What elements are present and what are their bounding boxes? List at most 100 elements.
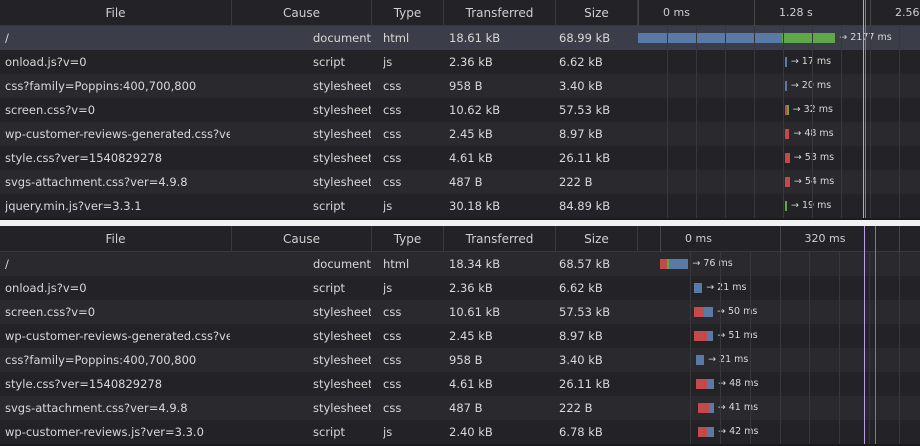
column-header-file[interactable]: File [0, 0, 232, 26]
timing-bar-segment [784, 129, 790, 139]
request-duration-label: → 76 ms [692, 258, 733, 269]
request-size: 8.97 kB [559, 127, 603, 141]
request-type: html [383, 257, 410, 271]
request-cause: script [313, 55, 346, 69]
timing-bar-segment [784, 57, 787, 67]
request-size: 68.99 kB [559, 31, 611, 45]
request-type: js [383, 55, 393, 69]
request-size: 8.97 kB [559, 329, 603, 343]
load-event-marker [864, 0, 866, 218]
request-transferred: 2.40 kB [449, 425, 493, 439]
column-header-cause[interactable]: Cause [232, 226, 372, 252]
request-type: css [383, 79, 402, 93]
timeline-tick-line [754, 0, 755, 26]
dom-content-loaded-marker [863, 226, 865, 444]
table-row[interactable]: style.css?ver=1540829278 stylesheet css 4.6… [0, 372, 920, 396]
request-file: jquery.min.js?ver=3.3.1 [5, 199, 142, 213]
request-cause: document [313, 257, 371, 271]
request-size: 68.57 kB [559, 257, 611, 271]
table-row[interactable]: wp-customer-reviews-generated.css?ve... s… [0, 324, 920, 348]
request-file: onload.js?v=0 [5, 55, 87, 69]
timing-bar-segment [696, 355, 705, 365]
request-transferred: 10.62 kB [449, 103, 501, 117]
load-event-marker [874, 226, 876, 444]
request-file: svgs-attachment.css?ver=4.9.8 [5, 175, 188, 189]
request-transferred: 18.61 kB [449, 31, 501, 45]
request-cause: stylesheet [313, 377, 371, 391]
timeline-grid-line [719, 252, 721, 444]
request-size: 57.53 kB [559, 305, 611, 319]
request-file: wp-customer-reviews-generated.css?ve... [5, 329, 230, 343]
table-row[interactable]: svgs-attachment.css?ver=4.9.8 stylesheet c… [0, 396, 920, 420]
timeline-grid-line [841, 26, 842, 218]
request-duration-label: → 17 ms [790, 56, 832, 67]
request-type: css [383, 305, 402, 319]
table-row[interactable]: svgs-attachment.css?ver=4.9.8 stylesheet c… [0, 170, 920, 194]
request-transferred: 18.34 kB [449, 257, 501, 271]
timeline-tick-label: 2.56 s [895, 6, 920, 19]
timeline-tick-line [638, 0, 639, 26]
request-cause: script [313, 425, 346, 439]
column-header-file[interactable]: File [0, 226, 232, 252]
timeline-grid-line [667, 26, 668, 218]
waterfall-cell: → 19 ms [638, 194, 920, 218]
table-row[interactable]: css?family=Poppins:400,700,800 stylesheet… [0, 348, 920, 372]
waterfall-cell: → 54 ms [638, 170, 920, 194]
timing-bar-segment [784, 153, 790, 163]
timing-bar-segment [698, 403, 709, 413]
timing-bar-segment [694, 307, 705, 317]
column-header-size[interactable]: Size [556, 226, 638, 252]
table-row[interactable]: jquery.min.js?ver=3.3.1 script js 30.18 kB 8… [0, 194, 920, 218]
request-file: svgs-attachment.css?ver=4.9.8 [5, 401, 188, 415]
table-row[interactable]: css?family=Poppins:400,700,800 stylesheet… [0, 74, 920, 98]
request-cause: stylesheet [313, 175, 371, 189]
request-cause: stylesheet [313, 305, 371, 319]
request-transferred: 2.45 kB [449, 127, 493, 141]
request-duration-label: → 21 ms [708, 354, 749, 365]
timeline-grid-line [839, 252, 841, 444]
timeline-tick-label: 0 ms [685, 232, 712, 245]
request-type: css [383, 329, 402, 343]
table-row[interactable]: / document html 18.34 kB 68.57 kB → 76 ms [0, 252, 920, 276]
request-duration-label: → 51 ms [717, 330, 758, 341]
table-row[interactable]: onload.js?v=0 script js 2.36 kB 6.62 kB → 21 … [0, 276, 920, 300]
table-row[interactable]: wp-customer-reviews.js?ver=3.3.0 script js… [0, 420, 920, 444]
waterfall-cell: → 32 ms [638, 98, 920, 122]
table-row[interactable]: onload.js?v=0 script js 2.36 kB 6.62 kB → 17 … [0, 50, 920, 74]
table-row[interactable]: style.css?ver=1540829278 stylesheet css 4.6… [0, 146, 920, 170]
request-duration-label: → 21 ms [706, 282, 747, 293]
request-type: css [383, 377, 402, 391]
request-cause: stylesheet [313, 151, 371, 165]
column-header-transferred[interactable]: Transferred [444, 226, 556, 252]
column-header-cause[interactable]: Cause [232, 0, 372, 26]
column-header-transferred[interactable]: Transferred [444, 0, 556, 26]
timeline-grid-line [725, 26, 726, 218]
table-row[interactable]: wp-customer-reviews-generated.css?ve... s… [0, 122, 920, 146]
timeline-grid-line [899, 252, 900, 444]
timeline-grid-line [809, 252, 811, 444]
table-row[interactable]: / document html 18.61 kB 68.99 kB → 2177 ms [0, 26, 920, 50]
request-size: 6.78 kB [559, 425, 603, 439]
request-type: css [383, 353, 402, 367]
request-file: style.css?ver=1540829278 [5, 377, 163, 391]
request-cause: script [313, 199, 346, 213]
request-file: / [5, 31, 9, 45]
column-header-type[interactable]: Type [372, 0, 444, 26]
request-size: 26.11 kB [559, 151, 611, 165]
table-row[interactable]: screen.css?v=0 stylesheet css 10.62 kB 57.53… [0, 98, 920, 122]
timeline-tick-label: 320 ms [804, 232, 846, 245]
request-size: 57.53 kB [559, 103, 611, 117]
table-row[interactable]: screen.css?v=0 stylesheet css 10.61 kB 57.53… [0, 300, 920, 324]
timeline-grid-line [783, 26, 784, 218]
timeline-tick-line [870, 0, 871, 26]
column-header-size[interactable]: Size [556, 0, 638, 26]
timeline-tick-label: 0 ms [663, 6, 690, 19]
request-size: 3.40 kB [559, 353, 603, 367]
request-cause: stylesheet [313, 103, 371, 117]
timeline-grid-line [870, 26, 871, 218]
waterfall-cell: → 20 ms [638, 74, 920, 98]
request-transferred: 958 B [449, 353, 483, 367]
column-header-type[interactable]: Type [372, 226, 444, 252]
network-panel-bottom: File Cause Type Transferred Size 0 ms 320… [0, 226, 920, 446]
timing-bar-segment [694, 331, 707, 341]
